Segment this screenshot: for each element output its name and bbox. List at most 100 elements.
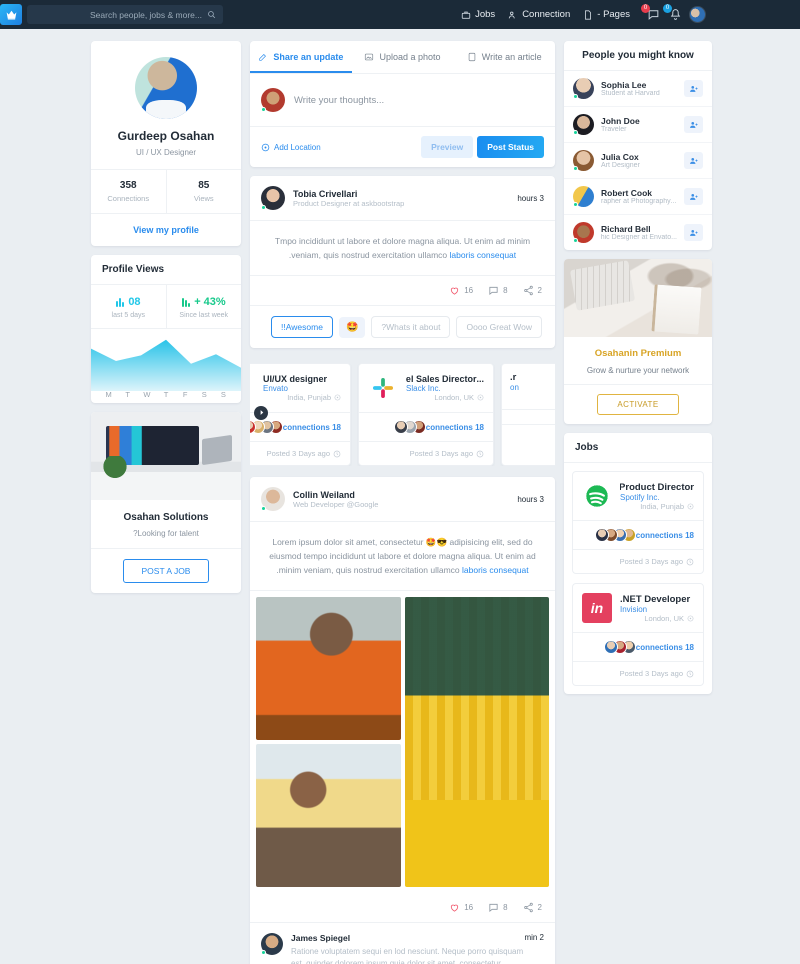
post-image-large[interactable] — [404, 597, 549, 888]
app-logo[interactable] — [0, 4, 22, 25]
post-text-link[interactable]: laboris consequat — [462, 565, 529, 575]
list-item[interactable]: Richard Bell ...hic Designer at Envato — [564, 215, 712, 250]
navbar-avatar[interactable] — [689, 6, 706, 23]
carousel-next-button[interactable] — [254, 405, 268, 420]
location-icon — [334, 394, 341, 401]
post-a-job-button[interactable]: POST A JOB — [122, 559, 210, 583]
list-item[interactable]: Robert Cook ...rapher at Photography — [564, 179, 712, 215]
list-item[interactable]: NET Developer. Invision London, UK in co… — [572, 583, 704, 686]
update-icon — [259, 54, 267, 61]
view-profile-link[interactable]: View my profile — [91, 214, 241, 246]
post-author-name: Collin Weiland — [293, 489, 355, 500]
nav-item-jobs[interactable]: Jobs — [461, 9, 495, 20]
notifications-button[interactable]: 0 — [663, 4, 682, 22]
tab-share-update[interactable]: Share an update — [250, 41, 352, 73]
comment-button[interactable]: 8 — [488, 902, 508, 913]
person-name: Robert Cook — [601, 188, 652, 198]
search-input[interactable] — [34, 9, 202, 20]
person-add-button[interactable] — [684, 116, 703, 133]
job-meta: NET Developer. Invision London, UK — [620, 594, 694, 623]
photo-man-tablet[interactable] — [256, 744, 401, 888]
job-location: UK — [510, 392, 555, 401]
location-icon — [687, 615, 694, 621]
stat-connections-value: 358 — [119, 180, 137, 191]
clock-icon — [333, 450, 341, 457]
person-role: Student at Harvard — [601, 90, 660, 97]
job-connections: connections 18 — [359, 412, 493, 441]
bar-chart-icon — [115, 297, 125, 307]
quick-reply-row: Oooo Great Wow Whats it about? 🤩 Awesome… — [250, 306, 555, 348]
list-item[interactable]: John Doe Traveler — [564, 107, 712, 143]
solutions-body: Osahan Solutions Looking for talent? — [91, 500, 241, 548]
quick-reply-awesome[interactable]: Awesome!! — [271, 316, 333, 339]
person-add-button[interactable] — [684, 224, 703, 241]
list-item[interactable]: Sophia Lee Student at Harvard — [564, 71, 712, 107]
job-posted-label: Posted 3 Days ago — [619, 669, 683, 678]
composer-tabs: Write an article Upload a photo Share an… — [250, 41, 555, 74]
comment-button[interactable]: 8 — [488, 285, 508, 296]
search-box[interactable] — [27, 5, 223, 24]
job-posted-label: Posted 3 Days ago — [266, 449, 330, 459]
tab-upload-photo[interactable]: Upload a photo — [352, 41, 454, 73]
post-status-button[interactable]: Post Status — [477, 136, 544, 158]
laptop — [202, 434, 232, 466]
quick-reply-2[interactable]: Whats it about? — [371, 316, 451, 339]
job-company: on — [510, 383, 519, 393]
share-button[interactable]: 2 — [523, 902, 542, 913]
job-header: ...nel Sales Director .Slack Inc London,… — [359, 364, 493, 412]
person-info: Julia Cox Art Designer — [601, 152, 677, 169]
quick-reply-1[interactable]: Oooo Great Wow — [456, 316, 542, 339]
person-add-button[interactable] — [684, 152, 703, 169]
activate-button[interactable]: ACTIVATE — [597, 394, 679, 415]
composer-actions: Post Status Preview Add Location — [250, 127, 555, 167]
person-info: Richard Bell ...hic Designer at Envato — [601, 224, 677, 241]
list-item[interactable]: Julia Cox Art Designer — [564, 143, 712, 179]
post: hours 3 Tobia Crivellari Product Designe… — [250, 176, 555, 349]
emoji-reaction-button[interactable]: 🤩 — [338, 316, 366, 338]
avatar — [573, 150, 594, 171]
job-header: Product Director .Spotify Inc India, Pun… — [573, 472, 703, 520]
nav-item-pages[interactable]: Pages - — [583, 9, 630, 20]
jobs-card-title: Jobs — [564, 433, 712, 463]
comment-icon — [489, 903, 498, 913]
job-title: r. — [510, 372, 517, 384]
person-info: John Doe Traveler — [601, 116, 677, 133]
composer-input-row[interactable]: ...Write your thoughts — [250, 74, 555, 127]
premium-body: Osahanin Premium Grow & nurture your net… — [564, 337, 712, 384]
add-location-label: Add Location — [274, 142, 321, 152]
carousel-card[interactable]: ...nel Sales Director .Slack Inc London,… — [358, 363, 494, 467]
nav-item-connection[interactable]: Connection — [508, 9, 570, 20]
job-connections: connections 18 — [573, 520, 703, 549]
clock-icon — [476, 450, 484, 457]
add-location-button[interactable]: Add Location — [261, 143, 321, 152]
location-icon — [687, 503, 694, 509]
like-button[interactable]: 16 — [449, 902, 473, 913]
like-count: 16 — [464, 903, 474, 913]
messages-button[interactable]: 0 — [641, 4, 660, 22]
avatar — [573, 186, 594, 207]
connection-avatars — [393, 420, 426, 435]
online-indicator — [573, 130, 578, 135]
list-item[interactable]: Product Director .Spotify Inc India, Pun… — [572, 471, 704, 574]
photo-man-orange[interactable] — [256, 597, 401, 741]
stat-views-value: 85 — [198, 180, 210, 191]
navbar: 0 0 Pages - Connection Jobs — [0, 0, 800, 29]
post-text-link[interactable]: laboris consequat — [450, 250, 517, 260]
profile-stats: 85 Views 358 Connections — [91, 169, 241, 214]
comment-author: James Spiegel — [291, 933, 351, 944]
day-label: M — [105, 390, 112, 399]
tab-write-article[interactable]: Write an article — [453, 41, 555, 73]
preview-button[interactable]: Preview — [421, 136, 474, 158]
person-add-button[interactable] — [684, 80, 703, 97]
clock-icon — [686, 558, 694, 565]
article-icon — [468, 52, 475, 62]
person-add-button[interactable] — [684, 188, 703, 205]
profile-views-days-number: 08 — [128, 296, 141, 308]
profile-views-stats: 43% + Since last week 08 last 5 days — [91, 285, 241, 329]
post-text: Lorem ipsum dolor sit amet, consectetur … — [250, 522, 555, 592]
carousel-card[interactable]: r. on UK go — [501, 363, 555, 467]
like-button[interactable]: 16 — [449, 285, 473, 296]
online-indicator — [261, 506, 266, 512]
comment-icon — [489, 286, 498, 296]
share-button[interactable]: 2 — [523, 285, 542, 296]
